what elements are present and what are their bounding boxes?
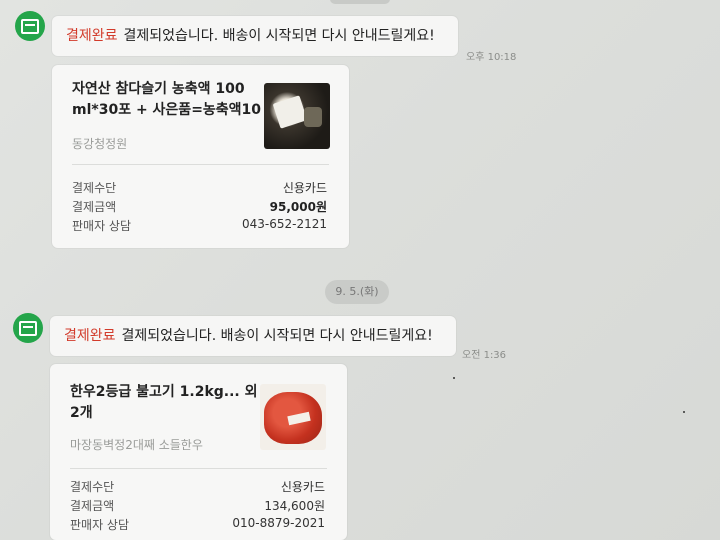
product-title-line1: 한우2등급 불고기 1.2kg... 외	[70, 384, 258, 400]
row-label: 결제수단	[70, 480, 115, 494]
pay-channel-avatar[interactable]	[13, 313, 43, 343]
seller-contact-row[interactable]: 판매자 상담 043-652-2121	[72, 217, 327, 235]
message-bubble[interactable]: 결제완료 결제되었습니다. 배송이 시작되면 다시 안내드릴게요!	[50, 316, 456, 356]
message-time: 오전 1:36	[462, 350, 507, 361]
screen-dust	[453, 377, 455, 379]
product-thumbnail-icon[interactable]	[264, 83, 330, 149]
screen-dust	[683, 411, 685, 413]
product-thumbnail-icon[interactable]	[260, 384, 326, 450]
payment-complete-tag: 결제완료	[66, 28, 118, 44]
divider	[72, 164, 329, 165]
seller-name[interactable]: 동강청정원	[72, 135, 127, 152]
card-icon	[19, 320, 37, 336]
product-title[interactable]: 자연산 참다슬기 농축액 100 ml*30포 + 사은품=농축액10	[72, 79, 261, 121]
seller-contact-row[interactable]: 판매자 상담 010-8879-2021	[70, 516, 325, 534]
row-value: 95,000원	[269, 200, 327, 214]
payment-method-row: 결제수단 신용카드	[70, 478, 325, 496]
row-label: 결제금액	[72, 200, 117, 214]
message-text: 결제되었습니다. 배송이 시작되면 다시 안내드릴게요!	[123, 28, 435, 44]
date-divider: 9. 5.(화)	[325, 280, 389, 304]
row-label: 판매자 상담	[72, 219, 132, 233]
card-icon	[21, 18, 39, 34]
scroll-indicator	[330, 0, 390, 4]
message-bubble[interactable]: 결제완료 결제되었습니다. 배송이 시작되면 다시 안내드릴게요!	[52, 16, 458, 56]
row-label: 결제수단	[72, 181, 117, 195]
seller-name[interactable]: 마장동벽정2대째 소들한우	[70, 436, 203, 453]
row-value: 신용카드	[280, 480, 325, 494]
chat-screen: 결제완료 결제되었습니다. 배송이 시작되면 다시 안내드릴게요! 오후 10:1…	[0, 0, 720, 540]
payment-amount-row: 결제금액 95,000원	[72, 198, 327, 216]
payment-method-row: 결제수단 신용카드	[72, 179, 327, 197]
thumbnail-box-shape	[272, 95, 308, 129]
divider	[70, 468, 327, 469]
row-label: 결제금액	[70, 499, 115, 513]
order-card[interactable]: 자연산 참다슬기 농축액 100 ml*30포 + 사은품=농축액10 동강청정…	[52, 65, 349, 248]
thumbnail-jar-shape	[304, 107, 322, 127]
seller-phone-link[interactable]: 043-652-2121	[242, 217, 327, 231]
row-label: 판매자 상담	[70, 518, 130, 532]
seller-phone-link[interactable]: 010-8879-2021	[232, 516, 325, 530]
payment-complete-tag: 결제완료	[64, 328, 116, 344]
message-text: 결제되었습니다. 배송이 시작되면 다시 안내드릴게요!	[121, 328, 433, 344]
product-title-line1: 자연산 참다슬기 농축액 100	[72, 81, 245, 97]
message-time: 오후 10:18	[466, 52, 517, 63]
row-value: 134,600원	[264, 499, 325, 513]
product-title-line2: 2개	[70, 405, 93, 421]
pay-channel-avatar[interactable]	[15, 11, 45, 41]
product-title[interactable]: 한우2등급 불고기 1.2kg... 외 2개	[70, 382, 258, 424]
order-card[interactable]: 한우2등급 불고기 1.2kg... 외 2개 마장동벽정2대째 소들한우 결제…	[50, 364, 347, 540]
product-title-line2: ml*30포 + 사은품=농축액10	[72, 102, 262, 118]
row-value: 신용카드	[282, 181, 327, 195]
payment-amount-row: 결제금액 134,600원	[70, 497, 325, 515]
